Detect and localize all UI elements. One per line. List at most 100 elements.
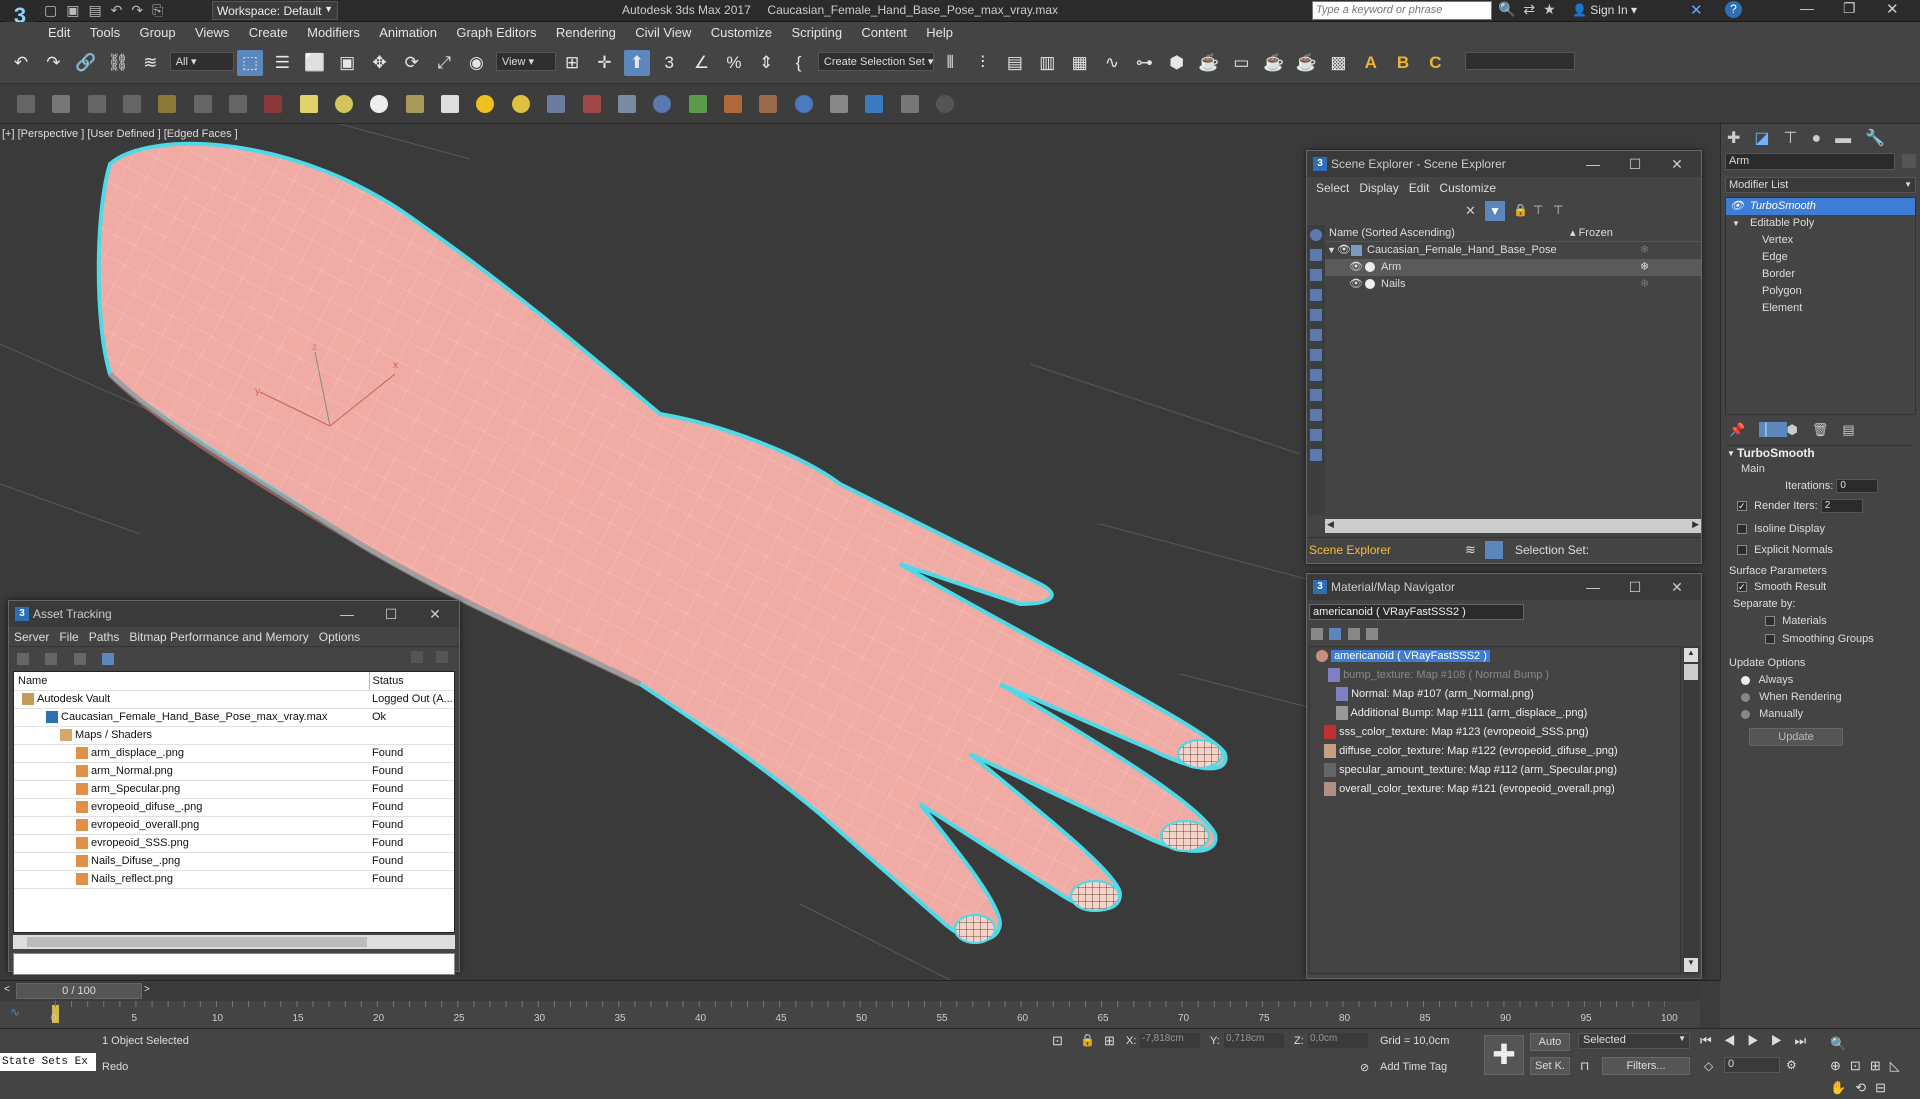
asset-tracking-path-field[interactable] [13, 953, 455, 975]
layers-icon[interactable]: ⊤ [1553, 203, 1563, 217]
smoothing-groups-checkbox[interactable] [1765, 634, 1775, 645]
display-all-icon[interactable] [1310, 429, 1322, 441]
modifier-stack-item[interactable]: Polygon [1726, 283, 1915, 300]
table-row[interactable]: evropeoid_SSS.png Found [14, 834, 454, 853]
render-icon[interactable] [264, 95, 283, 113]
col-name-header[interactable]: Name (Sorted Ascending) [1325, 227, 1455, 239]
menu-tools[interactable]: Tools [82, 22, 128, 43]
box-icon[interactable] [299, 95, 318, 113]
zoom-all-icon[interactable]: ⊕ [1830, 1058, 1850, 1073]
scene-explorer-hscroll[interactable]: ◀ ▶ [1325, 519, 1701, 533]
time-slider-thumb[interactable]: 0 / 100 [16, 983, 142, 999]
modify-tab-icon[interactable]: ◪ [1754, 130, 1783, 147]
text-a-icon[interactable]: A [1358, 50, 1384, 76]
container-icon[interactable] [158, 95, 177, 113]
tree-item[interactable]: ▼ 👁 Caucasian_Female_Hand_Base_Pose ❄ [1325, 242, 1701, 259]
go-to-end-icon[interactable]: ⏭ [1795, 1033, 1819, 1048]
expand-icon[interactable]: ▼ [1327, 242, 1336, 259]
render-in-cloud-icon[interactable]: ▩ [1325, 50, 1351, 76]
table-row[interactable]: Nails_Difuse_.png Found [14, 852, 454, 871]
expand-icon[interactable]: ▼ [1732, 215, 1740, 232]
asset-tracking-hscroll[interactable] [13, 935, 455, 949]
material-item[interactable]: diffuse_color_texture: Map #122 (evropeo… [1310, 742, 1680, 761]
hierarchy-icon[interactable] [193, 95, 212, 113]
scroll-up-icon[interactable]: ▲ [1684, 648, 1698, 662]
material-editor-icon[interactable]: ⬢ [1164, 50, 1190, 76]
go-to-start-icon[interactable]: ⏮ [1700, 1033, 1724, 1048]
layer-icon[interactable] [52, 95, 71, 113]
align-icon[interactable]: ⫶ [970, 50, 996, 76]
menu-edit[interactable]: Edit [40, 22, 78, 43]
render-production-icon[interactable]: ☕ [1261, 50, 1287, 76]
zoom-extents-all-icon[interactable]: ⊞ [1870, 1058, 1890, 1073]
always-radio[interactable] [1741, 675, 1750, 685]
minimize-button[interactable]: — [1800, 0, 1814, 16]
redo-icon[interactable]: ↷ [40, 50, 66, 76]
render-iters-checkbox[interactable]: ✓ [1737, 501, 1747, 511]
edit-named-selection-icon[interactable]: { [786, 50, 812, 76]
hierarchy-tab-icon[interactable]: ⊤ [1784, 130, 1812, 147]
close-icon[interactable]: ✕ [1657, 151, 1697, 177]
minimize-icon[interactable]: — [1573, 151, 1613, 177]
link-icon[interactable]: 🔗 [73, 50, 99, 76]
material-item[interactable]: sss_color_texture: Map #123 (evropeoid_S… [1310, 723, 1680, 742]
fur-icon[interactable] [547, 95, 566, 113]
time-slider[interactable]: < 0 / 100 > [0, 983, 1700, 999]
rotate-view-icon[interactable] [229, 95, 248, 113]
text-b-icon[interactable]: B [1390, 50, 1416, 76]
display-groups-icon[interactable] [1310, 369, 1322, 381]
tree-view-icon[interactable] [102, 652, 115, 665]
filters-button[interactable]: Filters... [1602, 1057, 1690, 1075]
modifier-stack-item[interactable]: 👁 TurboSmooth [1726, 198, 1915, 215]
make-unique-icon[interactable]: ⬢ [1787, 422, 1812, 437]
material-item[interactable]: overall_color_texture: Map #121 (evropeo… [1310, 780, 1680, 799]
table-view-icon[interactable] [73, 652, 86, 665]
time-slider-next-icon[interactable]: > [144, 984, 150, 995]
teapot-icon[interactable] [405, 95, 424, 113]
render-setup-icon[interactable]: ☕ [1196, 50, 1222, 76]
layer-list-icon[interactable] [87, 95, 106, 113]
zoom-extents-icon[interactable]: ⊡ [1850, 1058, 1870, 1073]
menu-paths[interactable]: Paths [84, 627, 125, 647]
menu-bitmap-performance[interactable]: Bitmap Performance and Memory [124, 627, 313, 647]
selection-lock-icon[interactable]: 🔒 [1080, 1033, 1095, 1047]
frozen-icon[interactable]: ❄ [1640, 259, 1649, 276]
display-cameras-icon[interactable] [1310, 309, 1322, 321]
list-icon[interactable] [123, 95, 142, 113]
menu-customize[interactable]: Customize [703, 22, 780, 43]
next-frame-icon[interactable]: ▶ [1771, 1033, 1795, 1048]
display-none-icon[interactable] [1310, 229, 1322, 241]
scroll-right-icon[interactable]: ▶ [1692, 519, 1699, 530]
time-config-icon[interactable]: ⚙ [1786, 1058, 1797, 1072]
globe-icon[interactable] [794, 95, 813, 113]
schematic-view-icon[interactable]: ⊶ [1131, 50, 1157, 76]
unlink-icon[interactable]: ⛓ [105, 50, 131, 76]
table-row[interactable]: evropeoid_difuse_.png Found [14, 798, 454, 817]
modifier-stack-item[interactable]: Border [1726, 266, 1915, 283]
mirror-icon[interactable]: ⫴ [937, 50, 963, 76]
play-icon[interactable]: ▶ [1747, 1033, 1771, 1048]
track-bar[interactable]: ∿ 0 5 10 15 20 25 30 35 40 45 50 55 60 65 70 75 80 85 90 95… [0, 1001, 1700, 1029]
display-geometry-icon[interactable] [1310, 249, 1322, 261]
sphere-fade-icon[interactable] [653, 95, 672, 113]
bind-spacewarp-icon[interactable]: ≋ [137, 50, 163, 76]
rotate-icon[interactable]: ⟳ [399, 50, 425, 76]
select-object-icon[interactable]: ⬚ [237, 50, 264, 76]
manually-radio[interactable] [1741, 709, 1750, 719]
select-by-name-icon[interactable]: ☰ [269, 50, 295, 76]
restore-button[interactable]: ❐ [1843, 0, 1856, 17]
modifier-stack-item[interactable]: Edge [1726, 249, 1915, 266]
scroll-thumb[interactable] [1684, 664, 1698, 680]
maximize-viewport-icon[interactable]: ⊟ [1875, 1080, 1895, 1095]
iterations-spinner[interactable]: 0 [1836, 479, 1879, 493]
add-time-tag[interactable]: Add Time Tag [1380, 1061, 1447, 1073]
named-selection-dropdown[interactable]: Create Selection Set ▾ [817, 52, 934, 71]
eye-icon[interactable]: 👁 [1337, 242, 1351, 259]
current-frame-field[interactable]: 0 [1724, 1057, 1780, 1073]
menu-file[interactable]: File [54, 627, 83, 647]
materials-checkbox[interactable] [1765, 616, 1775, 627]
menu-help[interactable]: Help [918, 22, 961, 43]
current-material-field[interactable]: americanoid ( VRayFastSSS2 ) [1309, 604, 1524, 620]
render-iters-spinner[interactable]: 2 [1820, 499, 1863, 513]
key-mode-toggle-icon[interactable]: ◇ [1704, 1059, 1713, 1073]
